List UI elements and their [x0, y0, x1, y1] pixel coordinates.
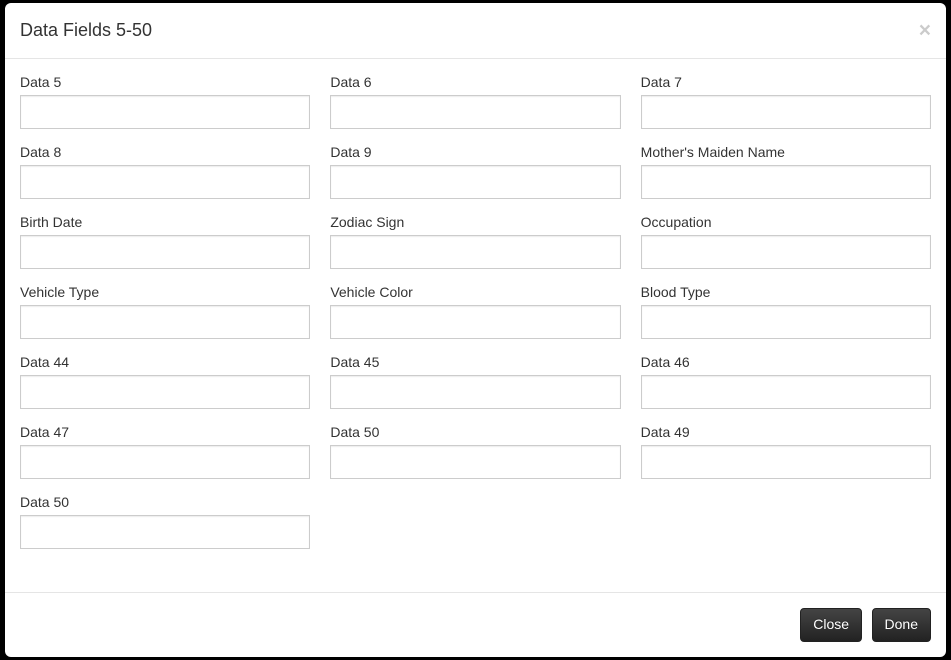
modal-header: Data Fields 5-50 ×: [5, 3, 946, 59]
modal-footer: Close Done: [5, 592, 946, 657]
field-label: Mother's Maiden Name: [641, 144, 931, 160]
form-grid: Data 5 Data 6 Data 7 Data 8 Data 9 Mother's M…: [10, 74, 941, 564]
field-input[interactable]: [641, 445, 931, 479]
form-group: Mother's Maiden Name: [631, 144, 941, 199]
field-input[interactable]: [330, 165, 620, 199]
modal-body: Data 5 Data 6 Data 7 Data 8 Data 9 Mother's M…: [5, 59, 946, 592]
field-label: Data 46: [641, 354, 931, 370]
form-group: Occupation: [631, 214, 941, 269]
field-label: Data 6: [330, 74, 620, 90]
field-label: Data 7: [641, 74, 931, 90]
field-label: Zodiac Sign: [330, 214, 620, 230]
field-input[interactable]: [330, 445, 620, 479]
form-group: Vehicle Color: [320, 284, 630, 339]
field-label: Data 9: [330, 144, 620, 160]
field-label: Data 47: [20, 424, 310, 440]
field-label: Data 5: [20, 74, 310, 90]
form-group: Data 5: [10, 74, 320, 129]
form-group: Data 50: [10, 494, 320, 549]
field-input[interactable]: [641, 235, 931, 269]
field-label: Occupation: [641, 214, 931, 230]
field-input[interactable]: [330, 375, 620, 409]
field-input[interactable]: [20, 235, 310, 269]
field-input[interactable]: [330, 235, 620, 269]
field-input[interactable]: [20, 515, 310, 549]
field-label: Data 8: [20, 144, 310, 160]
field-input[interactable]: [20, 95, 310, 129]
form-group: Data 6: [320, 74, 630, 129]
close-button[interactable]: Close: [800, 608, 862, 642]
field-input[interactable]: [330, 305, 620, 339]
form-group: Data 49: [631, 424, 941, 479]
field-label: Birth Date: [20, 214, 310, 230]
form-group: Data 45: [320, 354, 630, 409]
field-label: Vehicle Type: [20, 284, 310, 300]
field-input[interactable]: [330, 95, 620, 129]
field-input[interactable]: [641, 165, 931, 199]
form-group: Data 8: [10, 144, 320, 199]
form-group: Zodiac Sign: [320, 214, 630, 269]
form-group: Birth Date: [10, 214, 320, 269]
form-group: Data 7: [631, 74, 941, 129]
field-input[interactable]: [641, 95, 931, 129]
form-group: Vehicle Type: [10, 284, 320, 339]
form-group: Blood Type: [631, 284, 941, 339]
field-label: Data 49: [641, 424, 931, 440]
field-label: Data 45: [330, 354, 620, 370]
form-group: Data 44: [10, 354, 320, 409]
field-input[interactable]: [641, 375, 931, 409]
field-label: Data 50: [330, 424, 620, 440]
close-icon[interactable]: ×: [919, 20, 931, 41]
field-label: Data 44: [20, 354, 310, 370]
field-label: Vehicle Color: [330, 284, 620, 300]
modal-dialog: Data Fields 5-50 × Data 5Data 6Data 7Dat…: [5, 3, 946, 657]
field-input[interactable]: [20, 305, 310, 339]
form-group: Data 46: [631, 354, 941, 409]
form-group: Data 50: [320, 424, 630, 479]
modal-title: Data Fields 5-50: [20, 18, 152, 43]
field-label: Data 50: [20, 494, 310, 510]
field-input[interactable]: [20, 445, 310, 479]
form-group: Data 47: [10, 424, 320, 479]
field-label: Blood Type: [641, 284, 931, 300]
field-input[interactable]: [20, 375, 310, 409]
form-group: Data 9: [320, 144, 630, 199]
field-input[interactable]: [641, 305, 931, 339]
done-button[interactable]: Done: [872, 608, 931, 642]
field-input[interactable]: [20, 165, 310, 199]
